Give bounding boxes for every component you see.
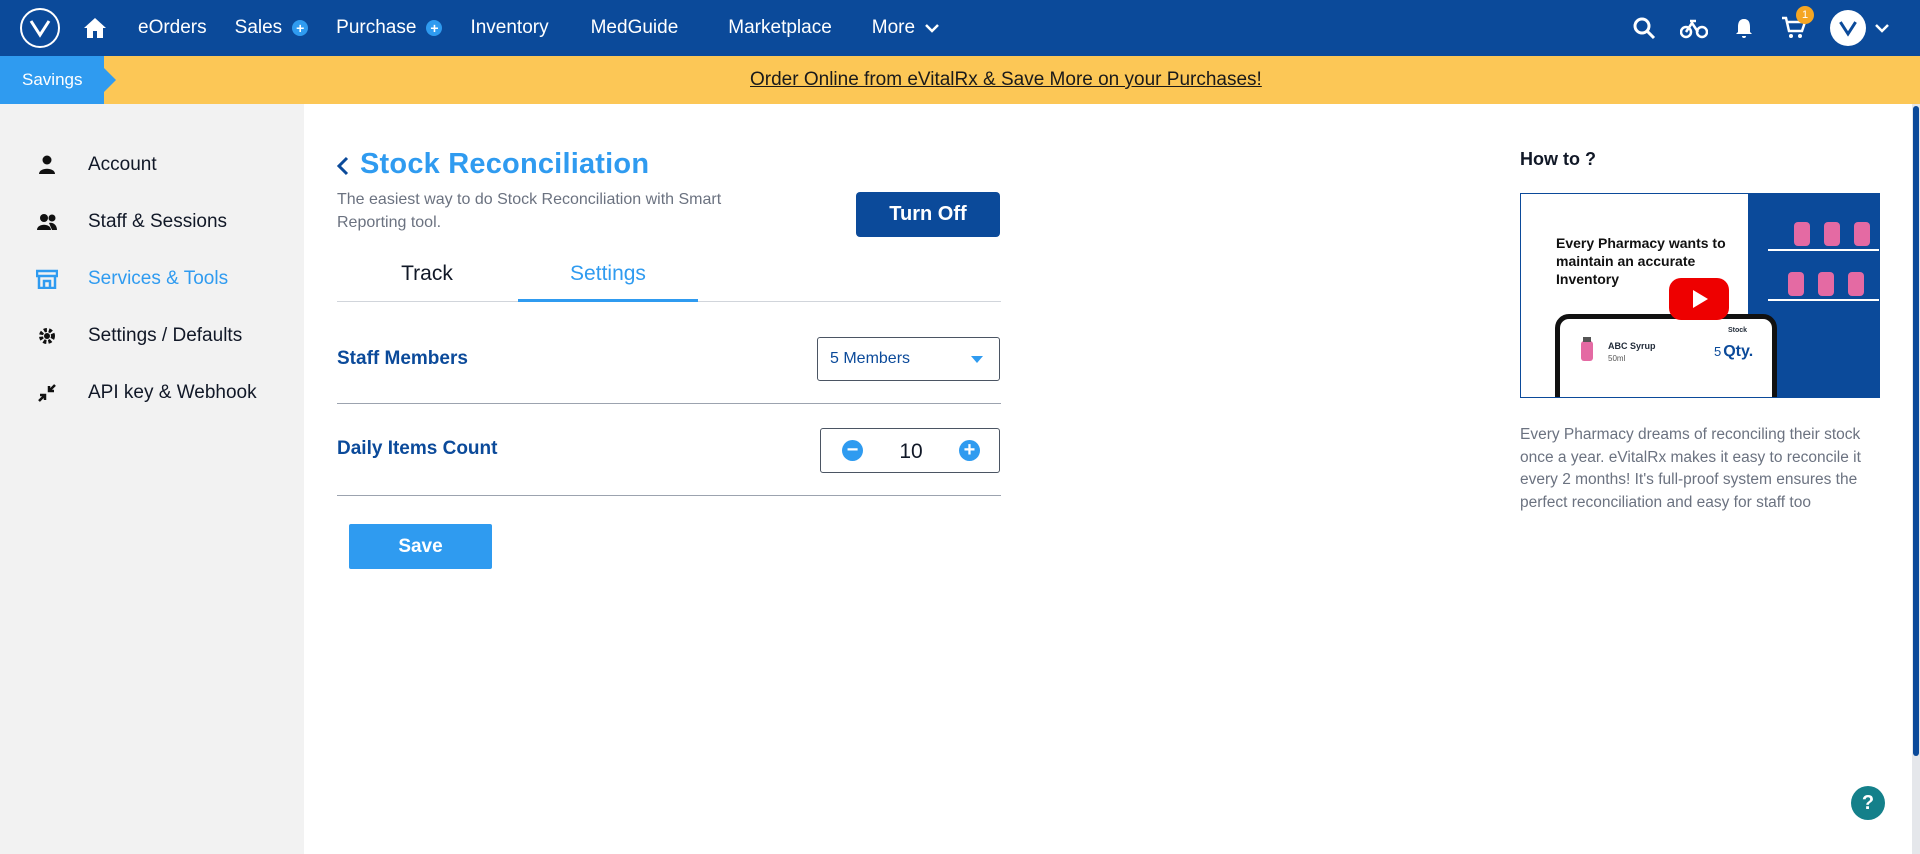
- sidebar-item-settings-defaults[interactable]: Settings / Defaults: [36, 325, 242, 347]
- sidebar-item-api-webhook[interactable]: API key & Webhook: [36, 382, 257, 404]
- turn-off-button[interactable]: Turn Off: [856, 192, 1000, 237]
- daily-items-value[interactable]: 10: [881, 429, 941, 474]
- video-stock-value: 5 Qty.: [1714, 343, 1754, 360]
- purchase-add-icon[interactable]: +: [426, 20, 443, 36]
- sidebar-item-label: API key & Webhook: [88, 382, 257, 403]
- staff-members-value: 5 Members: [830, 350, 911, 367]
- nav-eorders[interactable]: eOrders: [138, 17, 207, 39]
- nav-purchase[interactable]: Purchase +: [336, 17, 443, 39]
- chevron-down-icon: [925, 24, 939, 33]
- people-icon: [36, 211, 58, 233]
- video-phone-illustration: ABC Syrup 50ml Stock 5 Qty.: [1555, 314, 1777, 397]
- howto-video-thumbnail[interactable]: Every Pharmacy wants to maintain an accu…: [1520, 193, 1880, 398]
- sidebar-item-label: Services & Tools: [88, 268, 229, 289]
- nav-inventory[interactable]: Inventory: [470, 17, 548, 39]
- page-scrollbar[interactable]: [1912, 104, 1920, 854]
- chevron-down-icon[interactable]: [1874, 23, 1890, 33]
- savings-tag: Savings: [0, 56, 116, 104]
- youtube-play-icon[interactable]: [1669, 278, 1729, 320]
- sidebar-item-label: Staff & Sessions: [88, 211, 228, 232]
- help-button[interactable]: ?: [1851, 786, 1885, 820]
- page-subtitle: The easiest way to do Stock Reconciliati…: [337, 191, 722, 231]
- divider: [337, 403, 1001, 404]
- sidebar-item-account[interactable]: Account: [36, 154, 157, 176]
- top-navbar: eOrders Sales + Purchase + Inventory MedGu…: [0, 0, 1920, 56]
- howto-description: Every Pharmacy dreams of reconciling the…: [1520, 426, 1861, 511]
- tab-bar: Track Settings: [337, 254, 1001, 302]
- sales-add-icon[interactable]: +: [292, 20, 309, 36]
- video-product-name: ABC Syrup: [1608, 341, 1656, 351]
- evitalrx-logo-icon[interactable]: [20, 8, 60, 48]
- page-title: Stock Reconciliation: [360, 148, 650, 180]
- sidebar-item-label: Account: [88, 154, 157, 175]
- back-chevron-icon[interactable]: [334, 154, 352, 178]
- plus-icon[interactable]: +: [959, 440, 980, 461]
- gear-icon: [36, 325, 58, 347]
- video-product-size: 50ml: [1608, 354, 1626, 363]
- caret-down-icon: [971, 356, 983, 363]
- daily-items-stepper: − 10 +: [820, 428, 1000, 473]
- staff-members-select[interactable]: 5 Members: [817, 337, 1000, 381]
- sidebar-item-staff-sessions[interactable]: Staff & Sessions: [36, 211, 227, 233]
- store-icon: [36, 268, 58, 290]
- arrows-collapse-icon: [36, 382, 58, 404]
- save-button[interactable]: Save: [349, 524, 492, 569]
- howto-title: How to ?: [1520, 149, 1596, 169]
- promo-banner: Savings Order Online from eVitalRx & Sav…: [0, 56, 1920, 104]
- delivery-bike-icon[interactable]: [1680, 14, 1708, 42]
- divider: [337, 495, 1001, 496]
- nav-medguide[interactable]: MedGuide: [591, 17, 679, 39]
- staff-members-label: Staff Members: [337, 348, 468, 369]
- nav-marketplace[interactable]: Marketplace: [728, 17, 832, 39]
- home-icon[interactable]: [80, 13, 110, 43]
- minus-icon[interactable]: −: [842, 440, 863, 461]
- sidebar-item-label: Settings / Defaults: [88, 325, 243, 346]
- cart-icon[interactable]: 1: [1780, 6, 1814, 42]
- cart-count-badge: 1: [1796, 6, 1814, 24]
- tab-track[interactable]: Track: [337, 254, 517, 302]
- avatar[interactable]: [1830, 10, 1866, 46]
- bell-icon[interactable]: [1730, 14, 1758, 42]
- settings-sidebar: Account Staff & Sessions Services & Tool…: [0, 104, 304, 854]
- video-stock-label: Stock: [1728, 327, 1748, 334]
- tab-settings[interactable]: Settings: [518, 254, 698, 302]
- sidebar-item-services-tools[interactable]: Services & Tools: [36, 268, 228, 290]
- daily-items-count-label: Daily Items Count: [337, 438, 498, 459]
- order-online-link[interactable]: Order Online from eVitalRx & Save More o…: [750, 56, 1262, 104]
- nav-sales[interactable]: Sales +: [235, 17, 309, 39]
- search-icon[interactable]: [1630, 14, 1658, 42]
- person-icon: [36, 154, 58, 176]
- nav-more[interactable]: More: [872, 17, 939, 39]
